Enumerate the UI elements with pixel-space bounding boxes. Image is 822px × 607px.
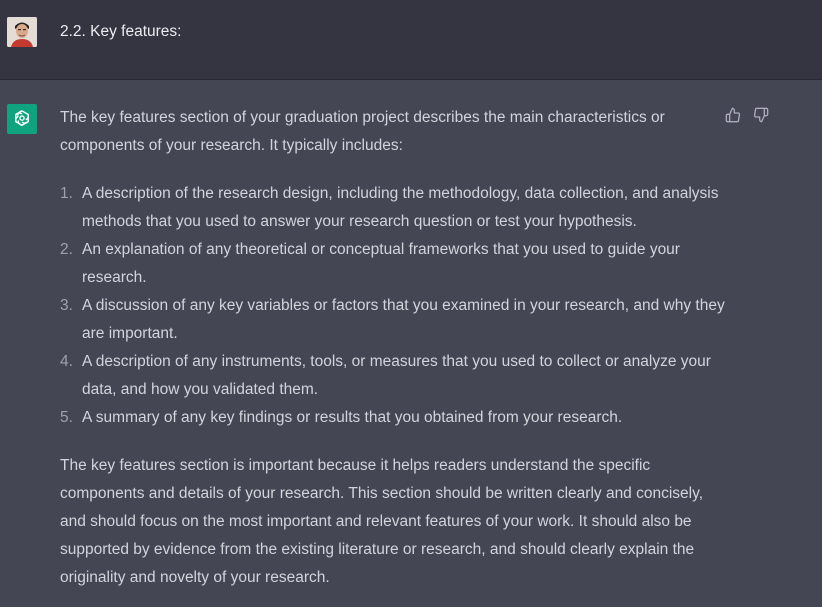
list-item: 2. An explanation of any theoretical or c…	[60, 241, 680, 286]
list-item: 5. A summary of any key findings or resul…	[60, 409, 623, 426]
list-item: 4. A description of any instruments, tool…	[60, 353, 711, 398]
answer-conclusion: The key features section is important be…	[60, 457, 704, 586]
thumbs-up-button[interactable]	[724, 106, 742, 124]
list-item: 1. A description of the research design, …	[60, 185, 719, 230]
thumbs-down-icon	[753, 107, 769, 123]
feature-list: 1. A description of the research design, …	[60, 180, 725, 432]
assistant-message-row: The key features section of your graduat…	[0, 80, 822, 607]
user-message-row: 2.2. Key features:	[0, 0, 822, 80]
user-avatar	[7, 17, 37, 47]
list-item: 3. A discussion of any key variables or f…	[60, 297, 725, 342]
thumbs-up-icon	[725, 107, 741, 123]
answer-intro: The key features section of your graduat…	[60, 109, 665, 154]
openai-logo-icon	[7, 104, 37, 134]
thumbs-down-button[interactable]	[752, 106, 770, 124]
feedback-buttons	[724, 106, 770, 124]
user-message-text: 2.2. Key features:	[60, 23, 182, 40]
assistant-answer: The key features section of your graduat…	[60, 104, 725, 592]
